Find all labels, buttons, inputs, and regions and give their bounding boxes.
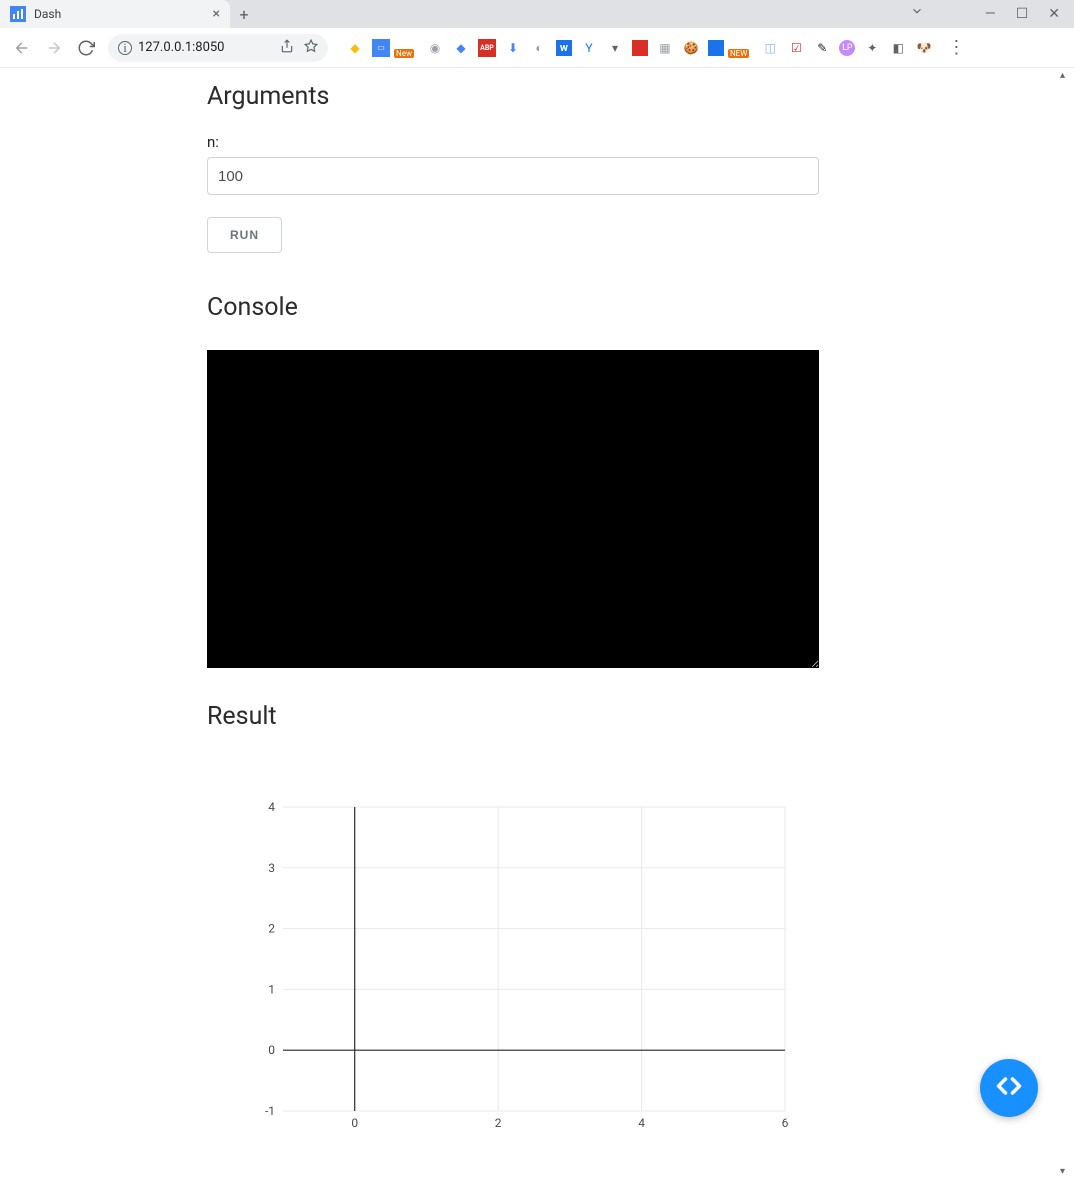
nav-forward-button[interactable]: [40, 34, 68, 62]
extension-icon[interactable]: 🐶: [915, 39, 933, 57]
browser-tab[interactable]: Dash ×: [0, 0, 230, 28]
run-button[interactable]: RUN: [207, 217, 282, 253]
browser-toolbar: i 127.0.0.1:8050 ◆ ▭ New ◉ ◆ ABP ⬇ ◐ w Y…: [0, 28, 1074, 68]
side-panel-icon[interactable]: ◧: [889, 39, 907, 57]
bookmark-star-icon[interactable]: [304, 38, 318, 57]
extension-icon[interactable]: ✎: [813, 39, 831, 57]
extension-abp-icon[interactable]: ABP: [478, 39, 496, 57]
tab-close-icon[interactable]: ×: [213, 6, 220, 22]
extensions-puzzle-icon[interactable]: ✦: [863, 39, 881, 57]
extensions-row: ◆ ▭ New ◉ ◆ ABP ⬇ ◐ w Y ▾ ▦ 🍪 NEW ◫ ☑ ✎ …: [346, 37, 1066, 58]
extension-icon[interactable]: ☑: [787, 39, 805, 57]
result-chart[interactable]: -1 0 1 2 3 4 0 2 4 6: [255, 801, 795, 1131]
extension-icon[interactable]: ◆: [452, 39, 470, 57]
scroll-down-arrow-icon[interactable]: ▾: [1060, 1166, 1072, 1177]
nav-reload-button[interactable]: [72, 34, 100, 62]
n-input-label: n:: [207, 133, 819, 151]
window-minimize-icon[interactable]: —: [985, 6, 996, 22]
console-heading: Console: [207, 293, 819, 322]
main-content: Arguments n: RUN Console Result -1 0 1 2 3 4 0…: [207, 68, 819, 1179]
n-input[interactable]: [207, 157, 819, 195]
url-text: 127.0.0.1:8050: [138, 40, 225, 55]
dev-tools-fab[interactable]: [980, 1059, 1038, 1117]
svg-text:2: 2: [268, 922, 275, 936]
extension-icon[interactable]: [708, 40, 724, 56]
svg-text:3: 3: [268, 861, 275, 875]
browser-menu-icon[interactable]: ⋮: [941, 37, 971, 58]
extension-icon[interactable]: ◐: [530, 39, 548, 57]
extension-icon[interactable]: w: [556, 40, 572, 56]
address-bar[interactable]: i 127.0.0.1:8050: [108, 34, 328, 62]
tab-favicon-bar-chart-icon: [10, 6, 26, 22]
window-controls: — ☐ ✕: [971, 0, 1074, 28]
svg-text:1: 1: [268, 982, 275, 996]
extension-icon[interactable]: LP: [839, 40, 855, 56]
extension-icon[interactable]: ◉: [426, 39, 444, 57]
extension-dropdown-icon[interactable]: ▾: [606, 39, 624, 57]
svg-text:6: 6: [782, 1116, 789, 1130]
svg-text:-1: -1: [265, 1104, 275, 1118]
window-maximize-icon[interactable]: ☐: [1016, 6, 1029, 22]
extension-icon[interactable]: ◫: [761, 39, 779, 57]
svg-text:2: 2: [495, 1116, 502, 1130]
new-tab-button[interactable]: +: [230, 0, 258, 28]
extension-icon[interactable]: [632, 40, 648, 56]
svg-text:0: 0: [351, 1116, 358, 1130]
arguments-heading: Arguments: [207, 82, 819, 111]
code-brackets-icon: [995, 1072, 1023, 1104]
extension-icon[interactable]: ▭: [372, 39, 390, 57]
extension-icon[interactable]: ▦: [656, 39, 674, 57]
console-output[interactable]: [207, 350, 819, 668]
new-badge: NEW: [728, 49, 749, 58]
svg-text:0: 0: [268, 1043, 275, 1057]
page-viewport: Arguments n: RUN Console Result -1 0 1 2 3 4 0…: [0, 68, 1074, 1179]
browser-tab-strip: Dash × + — ☐ ✕: [0, 0, 1074, 28]
result-heading: Result: [207, 702, 819, 731]
new-badge: New: [394, 49, 414, 58]
site-info-icon[interactable]: i: [118, 41, 132, 55]
extension-icon[interactable]: Y: [580, 39, 598, 57]
svg-text:4: 4: [638, 1116, 645, 1130]
share-icon[interactable]: [280, 38, 294, 57]
tab-search-chevron-icon[interactable]: [910, 3, 924, 22]
svg-text:4: 4: [268, 801, 275, 814]
scroll-up-arrow-icon[interactable]: ▴: [1060, 70, 1072, 81]
tab-title: Dash: [34, 7, 205, 21]
extension-icon[interactable]: 🍪: [682, 39, 700, 57]
extension-icon[interactable]: ⬇: [504, 39, 522, 57]
window-close-icon[interactable]: ✕: [1048, 6, 1060, 22]
nav-back-button[interactable]: [8, 34, 36, 62]
extension-icon[interactable]: ◆: [346, 39, 364, 57]
